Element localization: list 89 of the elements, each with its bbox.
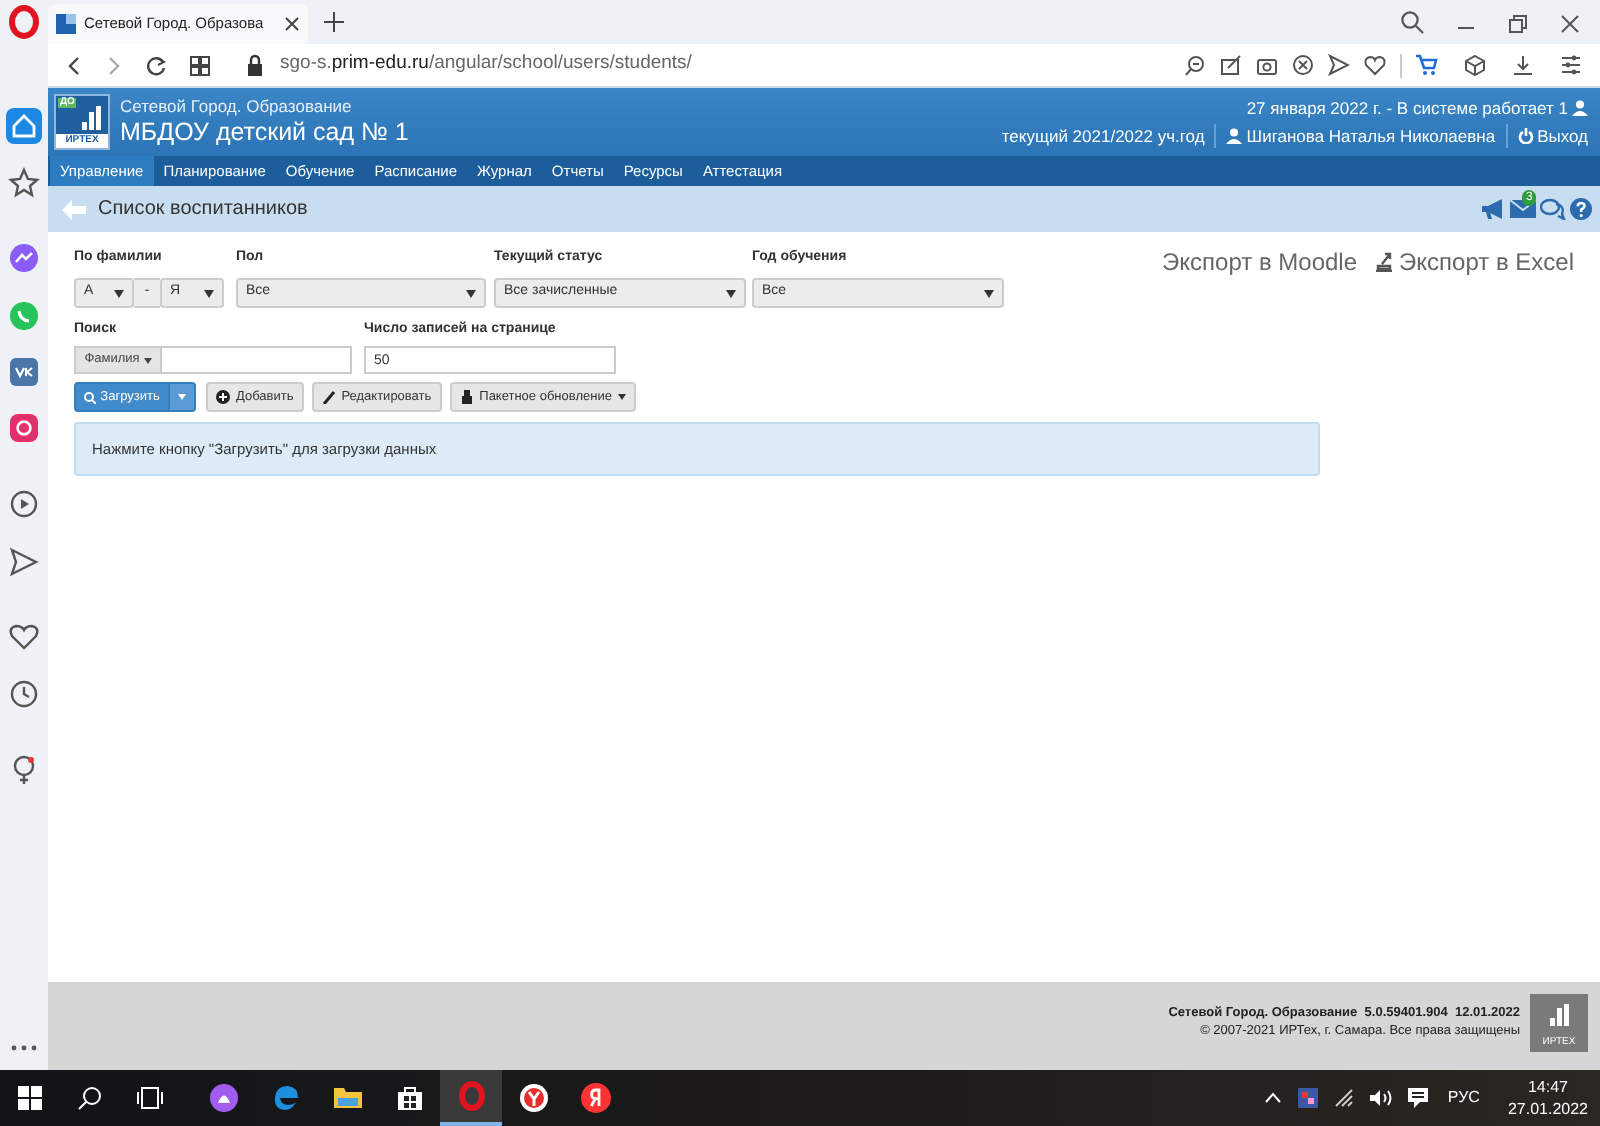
grid-icon[interactable] — [190, 55, 210, 75]
address-field[interactable]: sgo-s.prim-edu.ru/angular/school/users/students/ — [280, 50, 692, 80]
back-icon[interactable] — [66, 55, 82, 75]
download-icon[interactable] — [1512, 54, 1534, 76]
camera-icon[interactable] — [1256, 54, 1278, 76]
play-icon — [6, 486, 42, 522]
pencil-icon — [321, 390, 336, 404]
y-browser-icon — [517, 1082, 549, 1114]
task-view-icon[interactable] — [136, 1086, 164, 1110]
cart-icon[interactable] — [1416, 54, 1438, 76]
caret-icon — [726, 289, 736, 297]
user-icon — [1226, 128, 1243, 144]
block-icon[interactable] — [1292, 54, 1314, 76]
sidebar-item[interactable] — [6, 164, 42, 200]
heart-icon[interactable] — [1364, 54, 1386, 76]
user-link[interactable]: Шиганова Наталья Николаевна — [1226, 122, 1496, 150]
school-name: МБДОУ детский сад № 1 — [120, 117, 409, 149]
zoom-icon[interactable] — [1184, 54, 1206, 76]
restore-icon[interactable] — [1508, 14, 1528, 34]
search-icon[interactable] — [1400, 10, 1424, 34]
vk-icon — [6, 354, 42, 390]
clock[interactable]: 14:47 27.01.2022 — [1495, 1076, 1600, 1120]
tray-app-icon[interactable] — [1297, 1088, 1318, 1108]
settings-icon[interactable] — [1560, 54, 1582, 76]
caret-icon — [617, 394, 626, 400]
sidebar-item[interactable] — [6, 544, 42, 580]
search-icon[interactable] — [78, 1086, 102, 1110]
edit-icon[interactable] — [1220, 54, 1242, 76]
lock-icon — [246, 54, 264, 76]
mail-icon[interactable] — [1510, 198, 1536, 220]
folder-icon — [331, 1082, 363, 1114]
opera-logo-icon[interactable] — [6, 4, 42, 40]
sidebar-item[interactable] — [6, 486, 42, 522]
excel-export-link[interactable]: Экспорт в Excel — [1373, 244, 1574, 280]
export-icon — [1373, 252, 1394, 272]
caret-icon — [143, 357, 152, 363]
sidebar-item[interactable] — [6, 676, 42, 712]
caret-icon — [178, 394, 186, 400]
logout-link[interactable]: Выход — [1517, 122, 1588, 150]
chat-icon[interactable] — [1540, 198, 1566, 220]
chat-icon — [6, 240, 42, 276]
camera-icon — [6, 410, 42, 446]
search-field[interactable] — [162, 346, 352, 374]
close-icon[interactable] — [1560, 14, 1580, 34]
caret-icon — [114, 289, 124, 297]
language-indicator[interactable]: РУС — [1447, 1086, 1480, 1110]
volume-icon[interactable] — [1369, 1088, 1392, 1108]
power-icon — [1517, 128, 1534, 144]
more-icon[interactable] — [10, 1042, 38, 1054]
reload-icon[interactable] — [146, 55, 166, 75]
send-icon — [6, 544, 42, 580]
new-tab-icon[interactable] — [324, 12, 344, 32]
assistant-icon — [207, 1082, 239, 1114]
close-icon[interactable] — [284, 16, 300, 32]
search-icon — [84, 391, 97, 403]
megaphone-icon[interactable] — [1480, 198, 1506, 220]
star-icon — [6, 164, 42, 200]
opera-icon — [455, 1080, 487, 1112]
caret-icon — [984, 289, 994, 297]
sidebar-item[interactable] — [6, 410, 42, 446]
school-year: текущий 2021/2022 уч.год — [1001, 124, 1205, 150]
help-icon[interactable] — [1570, 198, 1592, 220]
network-icon[interactable] — [1333, 1088, 1354, 1108]
browser-icon — [269, 1082, 301, 1114]
notification-icon[interactable] — [1407, 1088, 1428, 1108]
sidebar-item[interactable] — [6, 354, 42, 390]
org-link[interactable]: Сетевой Город. Образование — [120, 95, 409, 117]
phone-icon — [6, 298, 42, 334]
caret-icon — [204, 289, 214, 297]
moodle-export-link[interactable]: Экспорт в Moodle — [1162, 244, 1358, 280]
bars-icon — [1550, 1003, 1570, 1025]
page-icon — [56, 14, 76, 34]
user-icon — [1572, 100, 1588, 116]
plus-circle-icon — [216, 390, 230, 404]
chevron-up-icon[interactable] — [1263, 1092, 1282, 1104]
cube-icon[interactable] — [1464, 54, 1486, 76]
send-icon[interactable] — [1328, 54, 1350, 76]
yandex-icon — [579, 1082, 611, 1114]
bag-icon — [393, 1082, 425, 1114]
page-title: Список воспитанников — [98, 196, 308, 224]
caret-icon — [466, 289, 476, 297]
windows-start-icon[interactable] — [18, 1086, 42, 1110]
clock-icon — [6, 676, 42, 712]
stamp-icon — [459, 390, 474, 404]
load-menu-button[interactable] — [170, 382, 196, 412]
system-status: 27 января 2022 г. - В системе работает 1 — [1246, 96, 1568, 122]
bars-icon — [82, 106, 102, 130]
sidebar-item[interactable] — [6, 240, 42, 276]
sidebar-item[interactable] — [6, 108, 42, 144]
